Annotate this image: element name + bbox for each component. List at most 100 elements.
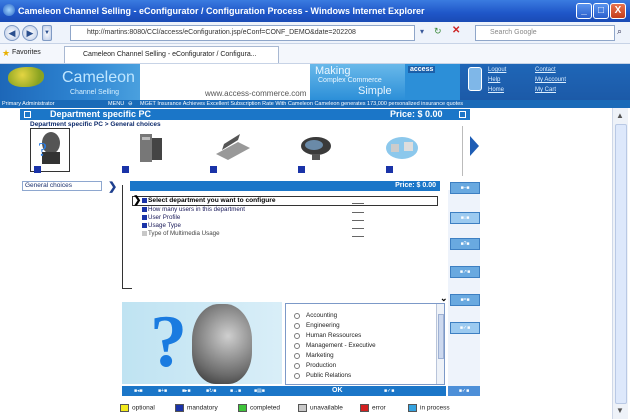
listbox-scrollbar[interactable]	[436, 304, 444, 384]
question-mark-icon: ?	[150, 302, 187, 383]
value-line	[352, 203, 364, 204]
config-item[interactable]: How many users in this department	[148, 206, 245, 213]
side-action-button[interactable]: ■–■	[450, 182, 480, 194]
my-account-link[interactable]: My Account	[535, 77, 566, 83]
person-photo	[192, 304, 252, 384]
history-dropdown-icon[interactable]: ▼	[42, 25, 52, 41]
logo-subtitle: Channel Selling	[70, 89, 120, 96]
stop-icon[interactable]: ✕	[452, 25, 460, 36]
toolbar-button[interactable]: ■◂■	[134, 387, 143, 395]
status-square	[298, 166, 305, 173]
option-label: Human Ressources	[306, 332, 362, 339]
close-button[interactable]: X	[610, 3, 626, 19]
value-line	[352, 212, 364, 213]
forward-button[interactable]: ▶	[22, 25, 38, 41]
unavailable-status-icon	[142, 231, 147, 236]
toolbar-button[interactable]: ■▸■	[182, 387, 191, 395]
favorites-bar: ★ Favorites Cameleon Channel Selling - e…	[0, 44, 630, 64]
logo-text: Cameleon	[62, 69, 135, 86]
address-toolbar: ◀ ▶ ▼ http://martins:8080/CCl/access/eCo…	[0, 22, 630, 44]
menu-link[interactable]: MENU	[108, 100, 124, 108]
laptop-icon[interactable]	[212, 128, 252, 170]
toolbar-button[interactable]: ■→■	[230, 387, 241, 395]
status-legend: optional mandatory completed unavailable…	[120, 404, 480, 416]
contact-link[interactable]: Contact	[535, 67, 556, 73]
news-ticker[interactable]: MGET Insurance Achieves Excellent Subscr…	[140, 100, 463, 108]
close-box-icon[interactable]	[459, 111, 466, 118]
refresh-icon[interactable]: ↻	[434, 26, 442, 37]
option-label: Marketing	[306, 352, 334, 359]
legend-item: unavailable	[298, 404, 343, 412]
mandatory-status-icon	[142, 207, 147, 212]
account-links: Logout Contact Help My Account Home My C…	[460, 64, 630, 100]
maximize-button[interactable]: □	[593, 3, 609, 19]
toolbar-button[interactable]: ■✓■	[384, 387, 394, 395]
listbox-scroll-thumb[interactable]	[438, 314, 444, 359]
page-title-bar: Department specific PC Price: $ 0.00	[20, 109, 470, 120]
minimize-button[interactable]: _	[576, 3, 592, 19]
side-action-button[interactable]: ■?■	[450, 238, 480, 250]
scroll-thumb[interactable]	[615, 124, 627, 404]
ok-button[interactable]: OK	[332, 386, 343, 396]
config-item[interactable]: Type of Multimedia Usage	[148, 230, 220, 237]
config-item[interactable]: User Profile	[148, 214, 180, 221]
page-scrollbar[interactable]: ▲ ▼	[612, 108, 628, 419]
toolbar-button[interactable]: ■+■	[158, 387, 167, 395]
my-cart-link[interactable]: My Cart	[535, 87, 556, 93]
site-domain: www.access-commerce.com	[205, 89, 307, 98]
radio-button[interactable]	[294, 333, 300, 339]
favorites-star-icon[interactable]: ★	[2, 48, 10, 59]
scroll-down-icon[interactable]: ▼	[616, 406, 624, 415]
cart-icon[interactable]	[468, 67, 482, 91]
network-globe-icon[interactable]	[382, 128, 422, 170]
svg-text:?: ?	[38, 139, 47, 161]
back-button[interactable]: ◀	[4, 25, 20, 41]
toolbar-button[interactable]: ■▤■	[254, 387, 265, 395]
department-listbox[interactable]: Accounting Engineering Human Ressources …	[285, 303, 445, 385]
legend-item: error	[360, 404, 386, 412]
scroll-up-icon[interactable]: ▲	[616, 111, 624, 120]
menu-toggle-icon[interactable]: ⊖	[128, 100, 133, 108]
option-label: Accounting	[306, 312, 338, 319]
config-item[interactable]: Usage Type	[148, 222, 181, 229]
search-input[interactable]: Search Google	[475, 25, 615, 41]
radio-button[interactable]	[294, 313, 300, 319]
general-choices-arrow-icon[interactable]: ❯	[108, 180, 117, 193]
side-action-button[interactable]: ■=■	[450, 294, 480, 306]
radio-button[interactable]	[294, 363, 300, 369]
toolbar-button[interactable]: ■↻■	[206, 387, 216, 395]
favorites-button[interactable]: Favorites	[12, 49, 41, 56]
collapse-box-icon[interactable]	[24, 111, 31, 118]
status-square	[34, 166, 41, 173]
radio-button[interactable]	[294, 343, 300, 349]
divider	[462, 126, 463, 176]
mandatory-status-icon	[142, 198, 147, 203]
thinking-person-icon[interactable]: ?	[32, 128, 72, 170]
radio-button[interactable]	[294, 373, 300, 379]
address-bar-input[interactable]: http://martins:8080/CCl/access/eConfigur…	[70, 25, 415, 41]
browser-tab[interactable]: Cameleon Channel Selling - eConfigurator…	[64, 46, 279, 63]
search-icon[interactable]: ⌕	[617, 26, 622, 37]
side-action-button[interactable]: ■↓■	[450, 212, 480, 224]
monitor-icon[interactable]	[296, 128, 336, 170]
product-photo: ?	[122, 302, 282, 384]
radio-button[interactable]	[294, 323, 300, 329]
config-item[interactable]: Select department you want to configure	[148, 197, 276, 204]
value-line	[352, 228, 364, 229]
next-products-arrow-icon[interactable]	[470, 136, 479, 156]
help-link[interactable]: Help	[488, 77, 500, 83]
radio-button[interactable]	[294, 353, 300, 359]
window-title: Cameleon Channel Selling - eConfigurator…	[18, 6, 425, 16]
access-logo: access	[408, 66, 436, 73]
address-dropdown-icon[interactable]: ▾	[420, 27, 424, 36]
side-action-button[interactable]: ■✓■	[448, 386, 480, 396]
home-link[interactable]: Home	[488, 87, 504, 93]
general-choices-selector[interactable]: General choices	[22, 181, 102, 191]
tree-bracket	[122, 185, 132, 289]
pc-tower-icon[interactable]	[132, 128, 172, 170]
option-label: Public Relations	[306, 372, 352, 379]
side-action-button[interactable]: ■↗■	[450, 266, 480, 278]
side-action-button[interactable]: ■✓■	[450, 322, 480, 334]
logout-link[interactable]: Logout	[488, 67, 506, 73]
total-price: Price: $ 0.00	[390, 109, 443, 119]
